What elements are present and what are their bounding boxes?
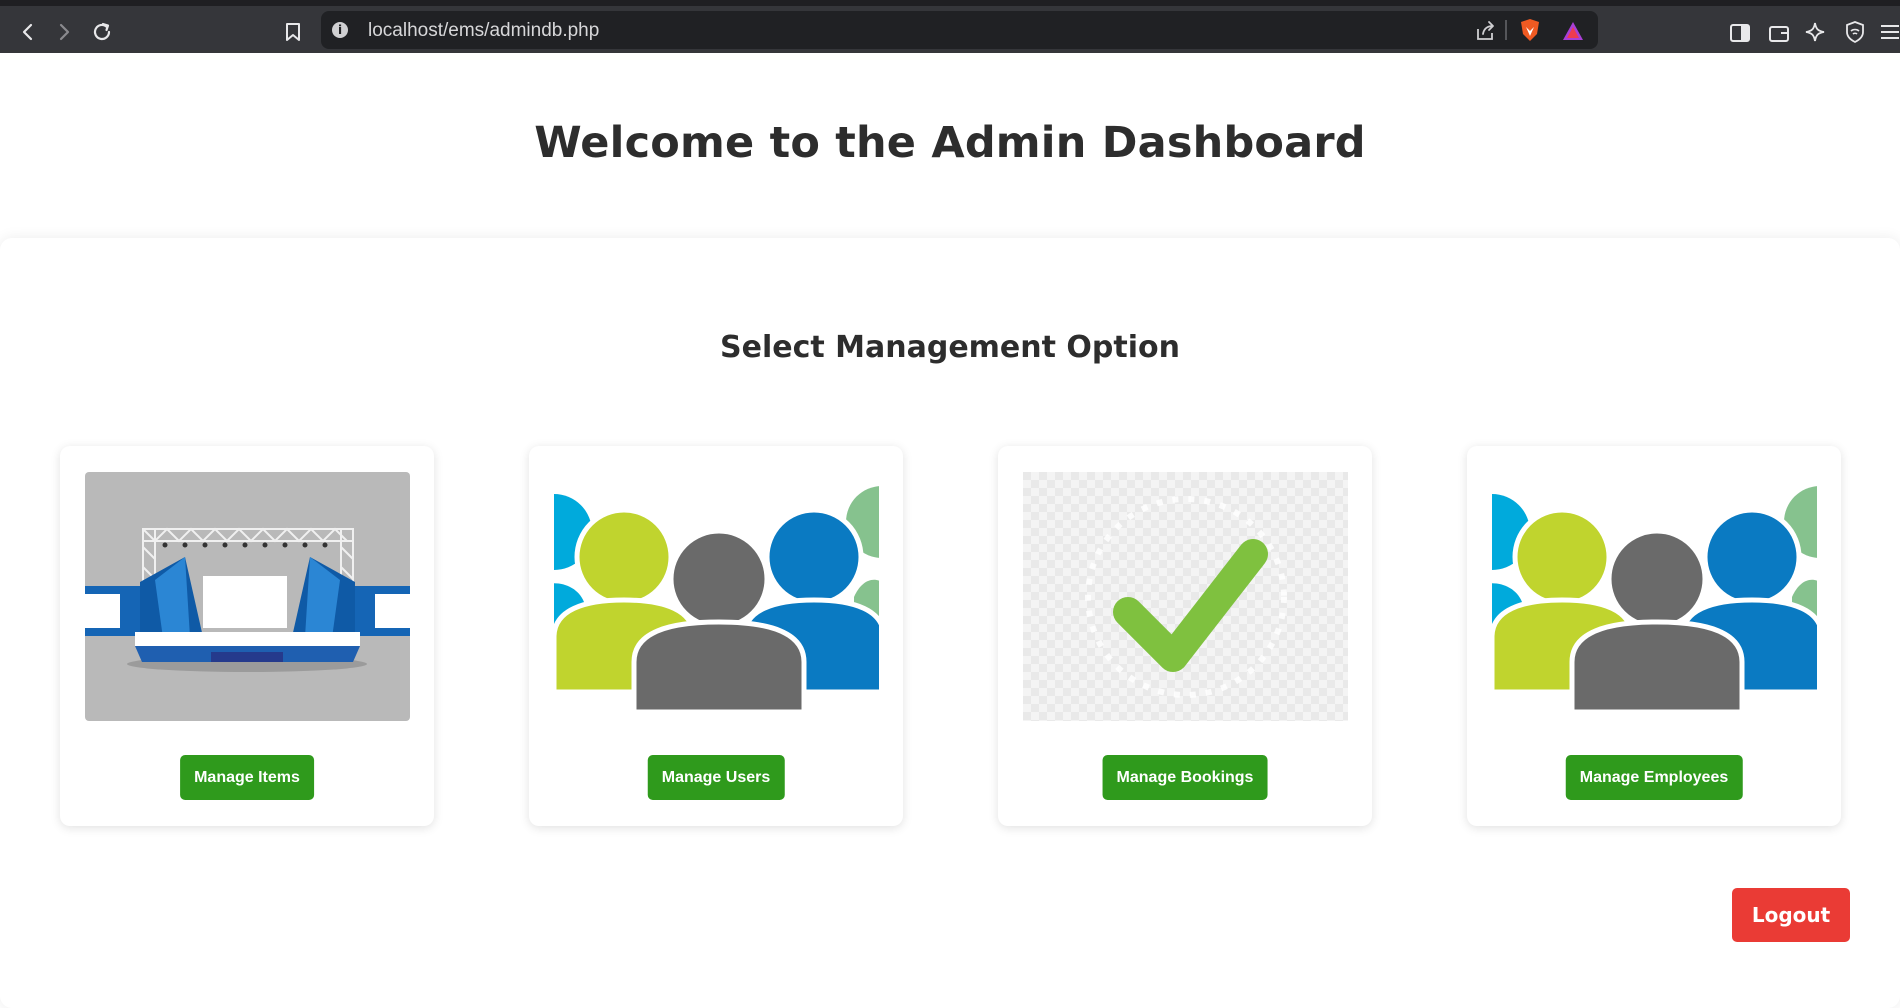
share-icon[interactable] [1473, 19, 1497, 43]
users-group-image [1492, 472, 1817, 721]
vpn-icon[interactable] [1844, 21, 1866, 43]
site-info-icon[interactable]: i [332, 22, 348, 38]
manage-users-card: Manage Users [529, 446, 903, 826]
address-bar[interactable]: i localhost/ems/admindb.php [321, 11, 1598, 49]
page-title: Welcome to the Admin Dashboard [534, 118, 1366, 168]
back-icon[interactable] [13, 17, 43, 47]
reload-icon[interactable] [87, 17, 117, 47]
manage-bookings-card: Manage Bookings [998, 446, 1372, 826]
checkmark-image [1023, 472, 1348, 721]
sidebar-icon[interactable] [1729, 22, 1751, 44]
manage-bookings-button[interactable]: Manage Bookings [1102, 755, 1268, 800]
bookmark-icon[interactable] [278, 17, 308, 47]
brave-rewards-icon[interactable] [1561, 19, 1585, 43]
manage-items-card: Manage Items [60, 446, 434, 826]
leo-ai-icon[interactable] [1805, 21, 1827, 43]
section-title: Select Management Option [720, 330, 1180, 365]
manage-employees-card: Manage Employees [1467, 446, 1841, 826]
logout-button[interactable]: Logout [1732, 888, 1850, 942]
users-group-image [554, 472, 879, 721]
divider [1505, 20, 1507, 40]
manage-users-button[interactable]: Manage Users [647, 755, 785, 800]
brave-shield-icon[interactable] [1518, 18, 1542, 42]
wallet-icon[interactable] [1768, 22, 1790, 44]
url-text[interactable]: localhost/ems/admindb.php [368, 20, 599, 42]
forward-icon[interactable] [49, 17, 79, 47]
manage-items-button[interactable]: Manage Items [180, 755, 314, 800]
menu-icon[interactable] [1880, 22, 1900, 42]
event-stage-image [85, 472, 410, 721]
manage-employees-button[interactable]: Manage Employees [1565, 755, 1743, 800]
browser-toolbar: i localhost/ems/admindb.php [0, 0, 1900, 53]
